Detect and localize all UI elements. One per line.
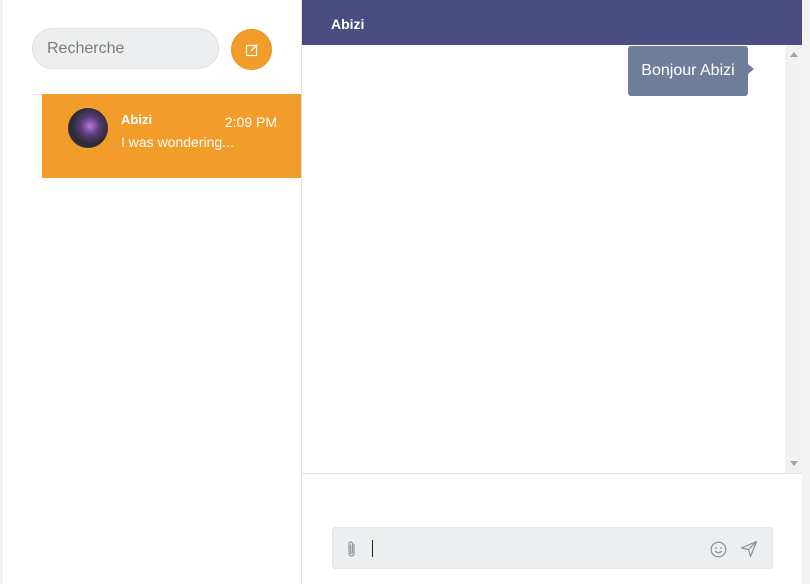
conversation-name: Abizi — [121, 112, 153, 127]
avatar — [68, 108, 108, 148]
message-composer — [332, 527, 773, 569]
chat-header: Abizi — [302, 0, 802, 45]
scroll-down-arrow[interactable] — [790, 461, 798, 466]
conversation-preview: I was wondering... — [121, 134, 234, 150]
bubble-tail — [748, 64, 754, 74]
emoji-icon[interactable] — [710, 541, 727, 558]
message-text: Bonjour Abizi — [641, 62, 735, 79]
message-bubble-outgoing: Bonjour Abizi — [628, 46, 754, 96]
sidebar: Abizi 2:09 PM I was wondering... — [3, 0, 302, 584]
scrollbar[interactable] — [785, 45, 802, 473]
text-caret — [372, 540, 373, 557]
page-edge — [802, 0, 810, 584]
messenger-app: Abizi 2:09 PM I was wondering... Abizi B… — [0, 0, 810, 584]
chat-title: Abizi — [331, 16, 365, 32]
send-icon[interactable] — [740, 540, 758, 558]
conversation-item[interactable]: Abizi 2:09 PM I was wondering... — [42, 94, 301, 178]
conversation-time: 2:09 PM — [224, 114, 277, 130]
message-list[interactable]: Bonjour Abizi — [302, 45, 802, 474]
scroll-up-arrow[interactable] — [790, 52, 798, 57]
paperclip-icon[interactable] — [345, 540, 359, 558]
compose-button[interactable] — [231, 29, 272, 70]
message-input[interactable] — [371, 534, 695, 564]
edit-icon — [245, 43, 258, 56]
search-input[interactable] — [32, 28, 219, 69]
chat-panel: Abizi Bonjour Abizi — [302, 0, 802, 584]
